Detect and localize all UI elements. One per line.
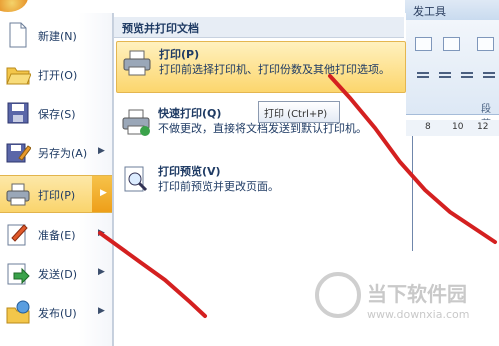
submenu-item-title: 打印(P) [159, 48, 200, 61]
prepare-icon [7, 224, 28, 246]
menu-item-open[interactable]: 打开(O) [0, 56, 112, 92]
watermark: 当下软件园 www.downxia.com [315, 272, 495, 332]
menu-item-label: 准备(E) [38, 229, 76, 242]
ruler-tick: 8 [425, 122, 431, 132]
office-menu: 新建(N) 打开(O) 保存(S) 另存为(A) ▶ 打印(P) ▶ 准备(E)… [0, 13, 113, 346]
submenu-arrow-icon: ▶ [98, 306, 105, 316]
menu-item-label: 发布(U) [38, 307, 77, 320]
menu-item-label: 打开(O) [38, 69, 78, 82]
menu-item-prepare[interactable]: 准备(E) ▶ [0, 216, 112, 252]
menu-item-print[interactable]: 打印(P) ▶ [0, 175, 112, 213]
menu-item-publish[interactable]: 发布(U) ▶ [0, 294, 112, 330]
watermark-name: 当下软件园 [367, 282, 467, 306]
submenu-header: 预览并打印文档 [114, 17, 404, 38]
multilevel-list-icon[interactable] [443, 37, 460, 51]
submenu-item-title: 快速打印(Q) [158, 107, 222, 120]
menu-item-save-as[interactable]: 另存为(A) ▶ [0, 134, 112, 170]
submenu-arrow-icon: ▶ [98, 228, 105, 238]
tooltip-text: 打印 (Ctrl+P) [264, 109, 328, 120]
ribbon-tab-strip: 发工具 [405, 0, 499, 21]
send-icon [7, 263, 30, 285]
printer-icon [123, 50, 151, 76]
align-left-icon[interactable] [417, 72, 429, 74]
submenu-arrow-icon: ▶ [98, 267, 105, 277]
submenu-arrow-icon: ▶ [98, 146, 105, 156]
tooltip: 打印 (Ctrl+P) [258, 101, 340, 123]
quick-print-icon [122, 109, 150, 136]
list-icon[interactable] [415, 37, 432, 51]
open-folder-icon [6, 67, 31, 85]
align-right-icon[interactable] [461, 72, 473, 74]
save-icon [7, 102, 29, 124]
printer-icon [6, 183, 30, 206]
new-document-icon [9, 22, 27, 48]
watermark-url: www.downxia.com [367, 308, 470, 321]
watermark-logo-icon [315, 272, 361, 318]
submenu-item-title: 打印预览(V) [158, 165, 221, 178]
horizontal-ruler: 8 10 12 [405, 120, 499, 137]
menu-item-label: 发送(D) [38, 268, 78, 281]
print-preview-icon [124, 166, 148, 192]
ruler-tick: 12 [477, 122, 489, 132]
submenu-item-print-preview[interactable]: 打印预览(V) 打印前预览并更改页面。 [116, 159, 404, 209]
menu-item-label: 新建(N) [38, 30, 77, 43]
publish-icon [6, 300, 30, 324]
menu-item-new[interactable]: 新建(N) [0, 17, 112, 53]
submenu-item-desc: 打印前选择打印机、打印份数及其他打印选项。 [159, 63, 390, 76]
save-as-icon [6, 143, 31, 163]
submenu-arrow-icon: ▶ [100, 188, 107, 198]
ruler-tick: 10 [452, 122, 464, 132]
menu-item-label: 打印(P) [38, 189, 76, 202]
submenu-item-print[interactable]: 打印(P) 打印前选择打印机、打印份数及其他打印选项。 [116, 41, 406, 93]
submenu-item-desc: 不做更改，直接将文档发送到默认打印机。 [158, 122, 367, 135]
ribbon-tab-developer[interactable]: 发工具 [413, 3, 446, 19]
menu-item-label: 保存(S) [38, 108, 76, 121]
menu-item-send[interactable]: 发送(D) ▶ [0, 255, 112, 291]
paragraph-group: 段落 [405, 20, 499, 130]
page-margin-line [412, 136, 413, 251]
submenu-title: 预览并打印文档 [122, 22, 199, 35]
align-center-icon[interactable] [439, 72, 451, 74]
menu-item-label: 另存为(A) [38, 147, 88, 160]
submenu-item-desc: 打印前预览并更改页面。 [158, 180, 279, 193]
justify-icon[interactable] [483, 72, 495, 74]
indent-icon[interactable] [477, 37, 494, 51]
menu-item-save[interactable]: 保存(S) [0, 95, 112, 131]
